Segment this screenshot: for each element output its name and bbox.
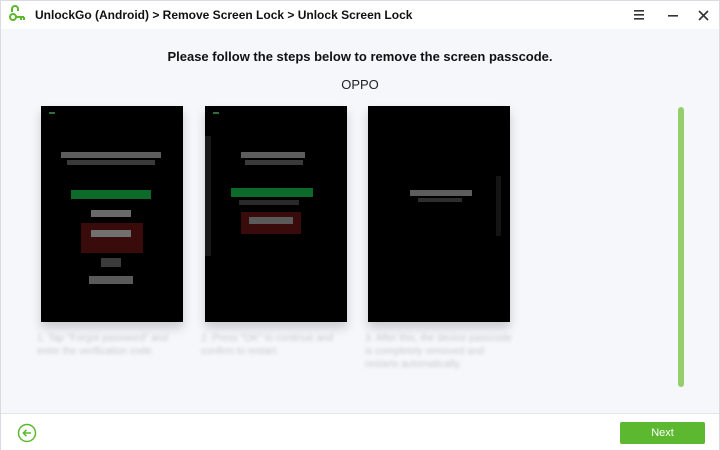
close-icon [697, 9, 709, 21]
footer-bar: Next [1, 413, 719, 450]
step-1-screenshot [41, 106, 183, 322]
step-3-caption: 3. After this, the device passcode is co… [365, 333, 512, 370]
minimize-icon [668, 15, 678, 17]
menu-icon [634, 10, 644, 20]
step-2-screenshot [205, 106, 347, 322]
page-title: Please follow the steps below to remove … [167, 49, 553, 64]
unlockgo-logo-icon [9, 5, 25, 21]
title-bar: UnlockGo (Android) > Remove Screen Lock … [1, 1, 719, 29]
step-3-screenshot [368, 106, 510, 322]
menu-button[interactable] [629, 5, 649, 25]
step-2-caption: 2. Press "OK" to continue and confirm to… [201, 333, 334, 357]
main-content: Please follow the steps below to remove … [1, 29, 719, 413]
back-arrow-icon[interactable] [17, 423, 37, 443]
app-window: UnlockGo (Android) > Remove Screen Lock … [0, 0, 720, 450]
step-1-caption: 1. Tap "Forgot password" and enter the v… [37, 333, 168, 357]
vertical-scrollbar[interactable] [678, 107, 684, 387]
next-button[interactable]: Next [620, 422, 705, 444]
minimize-button[interactable] [663, 5, 683, 25]
breadcrumb: UnlockGo (Android) > Remove Screen Lock … [35, 8, 413, 22]
close-button[interactable] [693, 5, 713, 25]
device-brand-label: OPPO [341, 77, 379, 92]
